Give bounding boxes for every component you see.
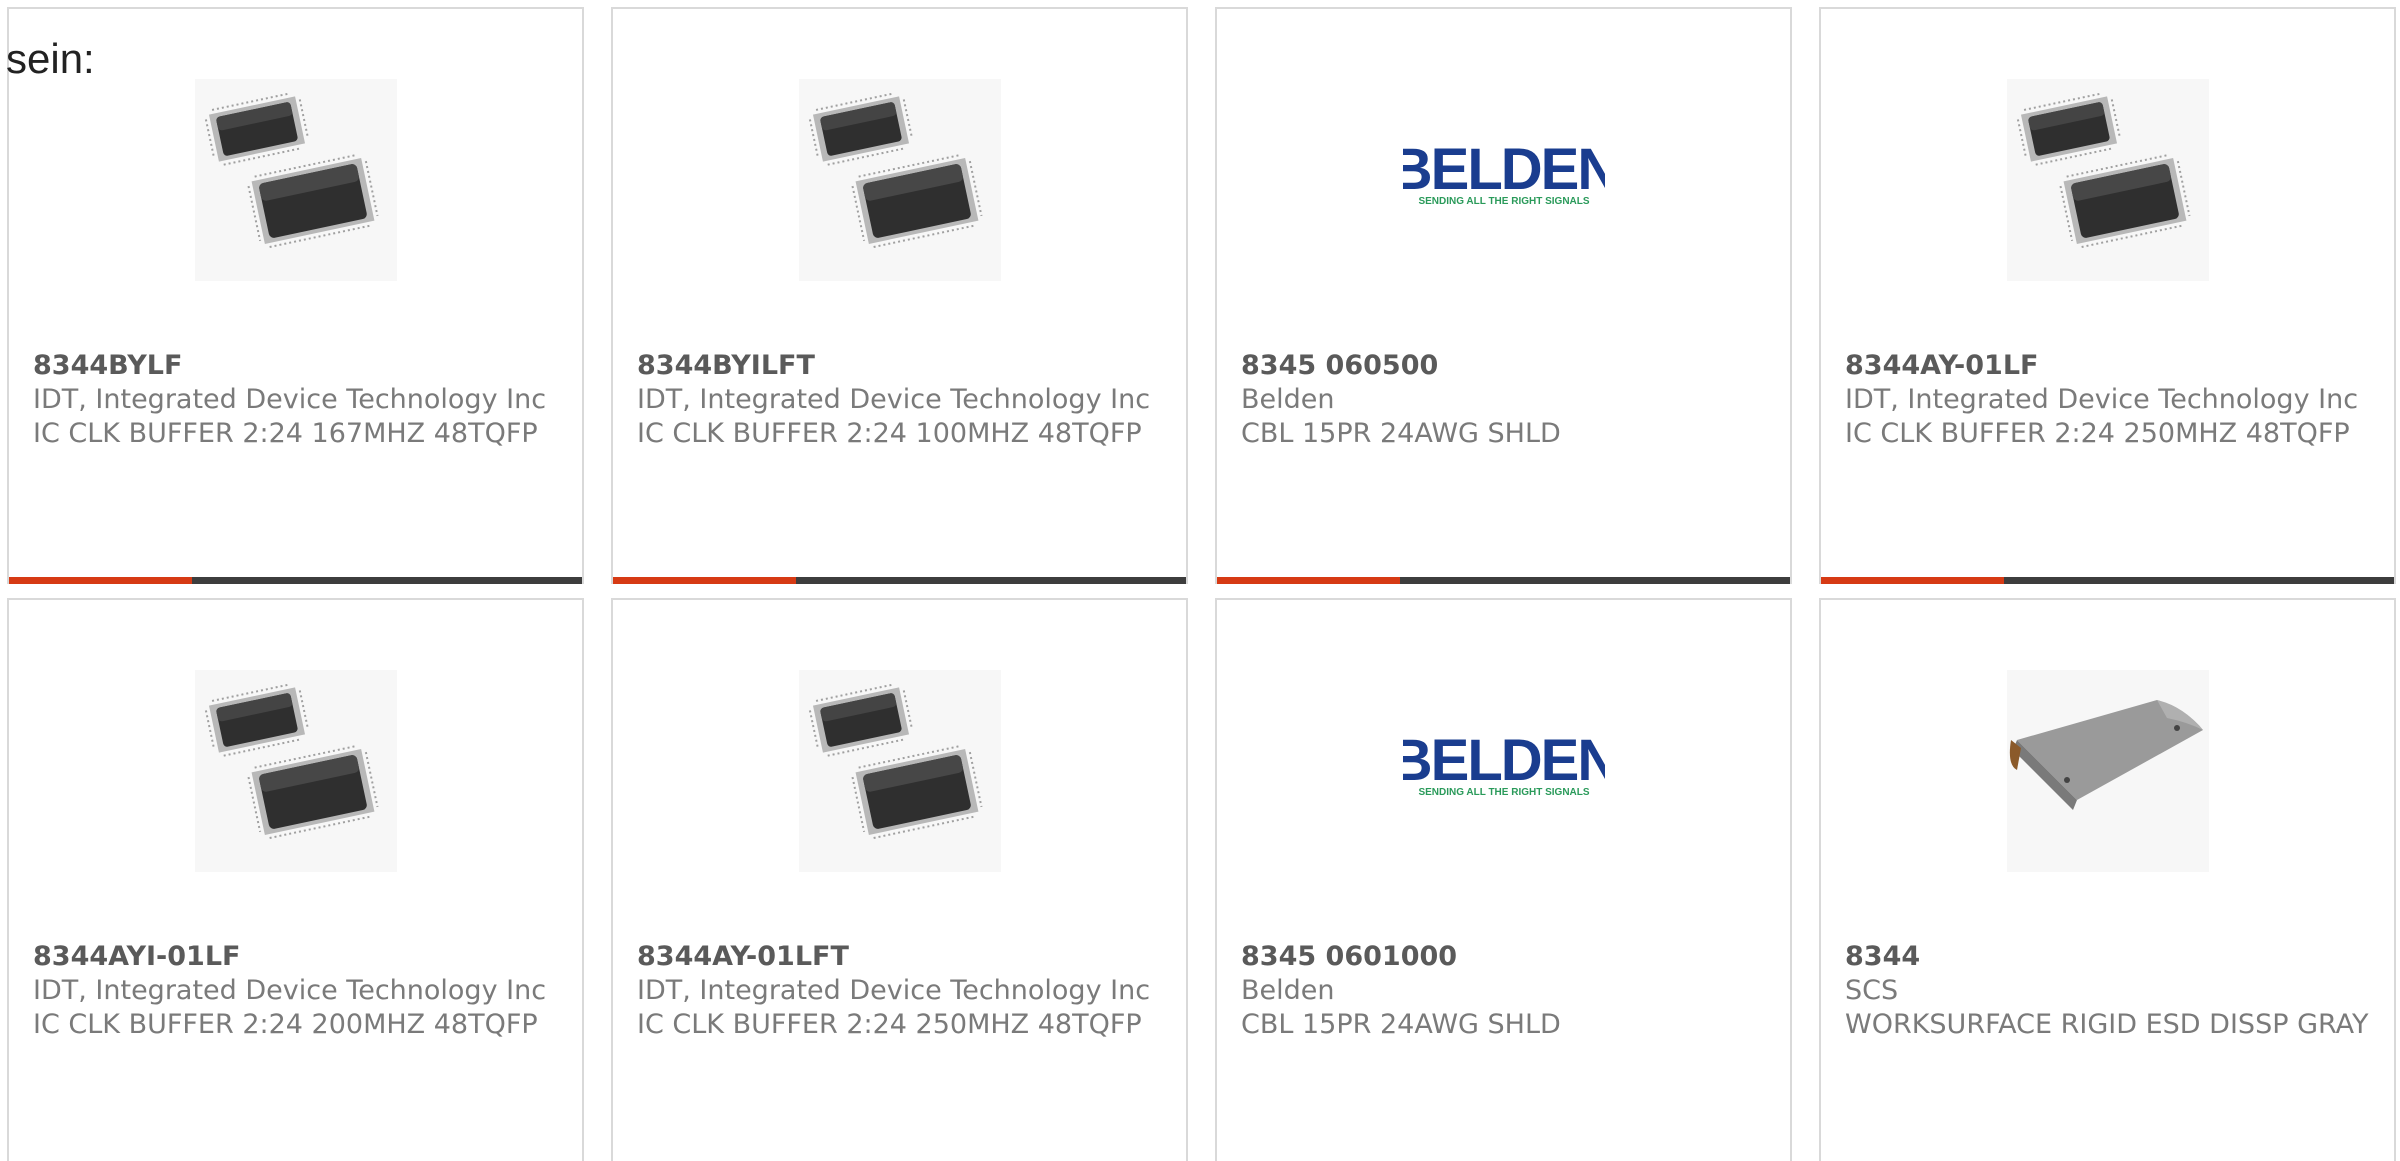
- product-card[interactable]: 8344BYLF IDT, Integrated Device Technolog…: [7, 7, 584, 584]
- part-number[interactable]: 8344BYILFT: [637, 349, 1166, 383]
- svg-text:SENDING ALL THE RIGHT SIGNALS: SENDING ALL THE RIGHT SIGNALS: [1418, 787, 1589, 798]
- intro-text: sein:: [6, 35, 95, 82]
- product-card[interactable]: 8344AY-01LFT IDT, Integrated Device Techn…: [611, 598, 1188, 1161]
- belden-logo[interactable]: BELDEN SENDING ALL THE RIGHT SIGNALS: [1402, 79, 1605, 281]
- part-number[interactable]: 8344BYLF: [33, 349, 562, 383]
- manufacturer: IDT, Integrated Device Technology Inc: [1845, 384, 2359, 415]
- chip-image[interactable]: [2006, 79, 2209, 281]
- card-bottom-bar: [9, 577, 582, 584]
- svg-text:BELDEN: BELDEN: [1403, 728, 1605, 793]
- product-description: CBL 15PR 24AWG SHLD: [1241, 418, 1561, 449]
- card-bottom-bar: [1821, 577, 2394, 584]
- part-number[interactable]: 8344: [1845, 940, 2374, 974]
- chip-image[interactable]: [798, 670, 1001, 872]
- product-card[interactable]: BELDEN SENDING ALL THE RIGHT SIGNALS 834…: [1215, 7, 1792, 584]
- manufacturer: Belden: [1241, 384, 1335, 415]
- product-info: 8344BYLF IDT, Integrated Device Technolog…: [33, 349, 562, 451]
- product-card[interactable]: 8344BYILFT IDT, Integrated Device Technol…: [611, 7, 1188, 584]
- product-description: CBL 15PR 24AWG SHLD: [1241, 1009, 1561, 1040]
- product-info: 8345 060500 Belden CBL 15PR 24AWG SHLD: [1241, 349, 1770, 451]
- manufacturer: IDT, Integrated Device Technology Inc: [33, 384, 547, 415]
- chip-image[interactable]: [798, 79, 1001, 281]
- card-accent-bar: [1217, 577, 1400, 584]
- belden-logo[interactable]: BELDEN SENDING ALL THE RIGHT SIGNALS: [1402, 670, 1605, 872]
- card-accent-bar: [9, 577, 192, 584]
- manufacturer: IDT, Integrated Device Technology Inc: [33, 975, 547, 1006]
- product-description: IC CLK BUFFER 2:24 250MHZ 48TQFP: [1845, 418, 2350, 449]
- product-card[interactable]: 8344AYI-01LF IDT, Integrated Device Techn…: [7, 598, 584, 1161]
- product-description: IC CLK BUFFER 2:24 167MHZ 48TQFP: [33, 418, 538, 449]
- manufacturer: Belden: [1241, 975, 1335, 1006]
- card-accent-bar: [1821, 577, 2004, 584]
- product-info: 8344AY-01LF IDT, Integrated Device Techno…: [1845, 349, 2374, 451]
- product-description: IC CLK BUFFER 2:24 250MHZ 48TQFP: [637, 1009, 1142, 1040]
- card-accent-bar: [613, 577, 796, 584]
- part-number[interactable]: 8344AY-01LF: [1845, 349, 2374, 383]
- chip-image[interactable]: [194, 79, 397, 281]
- product-description: IC CLK BUFFER 2:24 200MHZ 48TQFP: [33, 1009, 538, 1040]
- part-number[interactable]: 8344AY-01LFT: [637, 940, 1166, 974]
- part-number[interactable]: 8344AYI-01LF: [33, 940, 562, 974]
- product-info: 8344 SCS WORKSURFACE RIGID ESD DISSP GRAY: [1845, 940, 2374, 1042]
- manufacturer: IDT, Integrated Device Technology Inc: [637, 384, 1151, 415]
- svg-text:BELDEN: BELDEN: [1403, 137, 1605, 202]
- product-card[interactable]: BELDEN SENDING ALL THE RIGHT SIGNALS 834…: [1215, 598, 1792, 1161]
- card-bottom-bar: [1217, 577, 1790, 584]
- product-description: WORKSURFACE RIGID ESD DISSP GRAY: [1845, 1009, 2369, 1040]
- svg-text:SENDING ALL THE RIGHT SIGNALS: SENDING ALL THE RIGHT SIGNALS: [1418, 196, 1589, 207]
- esd-mat-image[interactable]: [2006, 670, 2209, 872]
- product-description: IC CLK BUFFER 2:24 100MHZ 48TQFP: [637, 418, 1142, 449]
- product-card[interactable]: 8344AY-01LF IDT, Integrated Device Techno…: [1819, 7, 2396, 584]
- part-number[interactable]: 8345 060500: [1241, 349, 1770, 383]
- product-info: 8344BYILFT IDT, Integrated Device Technol…: [637, 349, 1166, 451]
- manufacturer: IDT, Integrated Device Technology Inc: [637, 975, 1151, 1006]
- manufacturer: SCS: [1845, 975, 1899, 1006]
- product-info: 8345 0601000 Belden CBL 15PR 24AWG SHLD: [1241, 940, 1770, 1042]
- product-info: 8344AY-01LFT IDT, Integrated Device Techn…: [637, 940, 1166, 1042]
- card-bottom-bar: [613, 577, 1186, 584]
- chip-image[interactable]: [194, 670, 397, 872]
- product-info: 8344AYI-01LF IDT, Integrated Device Techn…: [33, 940, 562, 1042]
- product-card[interactable]: 8344 SCS WORKSURFACE RIGID ESD DISSP GRAY: [1819, 598, 2396, 1161]
- part-number[interactable]: 8345 0601000: [1241, 940, 1770, 974]
